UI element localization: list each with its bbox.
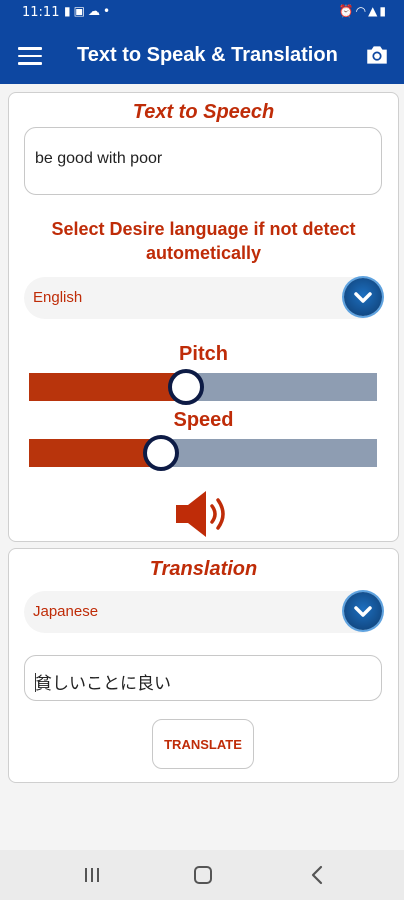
translation-language-dropdown[interactable]: Japanese — [24, 591, 382, 633]
translation-card: Translation Japanese 貧しいことに良い TRANSLATE — [8, 548, 399, 783]
speed-slider[interactable] — [29, 435, 377, 471]
status-right-icons: ⏰◠▲▮ — [339, 4, 388, 18]
chevron-down-icon[interactable] — [344, 592, 382, 630]
wifi-icon: ◠ — [355, 4, 369, 18]
pitch-label: Pitch — [179, 343, 228, 365]
tts-language-dropdown[interactable]: English — [24, 277, 382, 319]
hamburger-menu-icon[interactable] — [18, 42, 42, 70]
tts-title: Text to Speech — [132, 101, 275, 123]
speaker-icon[interactable] — [174, 489, 234, 539]
pitch-slider-fill — [29, 373, 186, 401]
translate-button[interactable]: TRANSLATE — [152, 719, 254, 769]
select-language-label: Select Desire language if not detect aut… — [51, 219, 356, 263]
pitch-slider[interactable] — [29, 369, 377, 405]
app-title: Text to Speak & Translation — [77, 44, 338, 66]
status-left-icons: ▮▣☁• — [64, 4, 113, 18]
home-icon[interactable] — [194, 866, 212, 884]
status-bar: 11:11 ▮▣☁• ⏰◠▲▮ — [0, 0, 404, 28]
dot-icon: • — [102, 4, 114, 18]
alarm-icon: ⏰ — [338, 4, 356, 18]
speed-slider-track — [161, 439, 377, 467]
pitch-slider-thumb[interactable] — [167, 369, 204, 405]
recent-apps-icon[interactable] — [83, 866, 101, 884]
translation-title: Translation — [149, 558, 258, 580]
gallery-icon: ▣ — [73, 4, 88, 18]
signal-icon: ▲ — [368, 4, 380, 18]
tts-text-input[interactable]: be good with poor — [24, 127, 382, 195]
tts-language-value: English — [33, 289, 83, 306]
chevron-down-icon[interactable] — [344, 278, 382, 316]
speed-slider-fill — [29, 439, 162, 467]
app-bar: Text to Speak & Translation — [0, 28, 404, 84]
pitch-slider-track — [185, 373, 377, 401]
translation-output-field[interactable]: 貧しいことに良い — [24, 655, 382, 701]
translation-language-value: Japanese — [33, 603, 99, 620]
battery-icon: ▮ — [379, 4, 388, 18]
status-time: 11:11 — [22, 5, 60, 20]
speed-label: Speed — [173, 409, 234, 431]
speed-slider-thumb[interactable] — [143, 435, 180, 471]
camera-icon[interactable] — [364, 42, 390, 68]
notification-icon: ▮ — [64, 4, 74, 18]
tts-card: Text to Speech be good with poor Select … — [8, 92, 399, 542]
system-nav-bar — [0, 850, 404, 900]
translation-output-text: 貧しいことに良い — [35, 674, 171, 693]
back-icon[interactable] — [308, 864, 326, 886]
cloud-icon: ☁ — [87, 4, 103, 18]
